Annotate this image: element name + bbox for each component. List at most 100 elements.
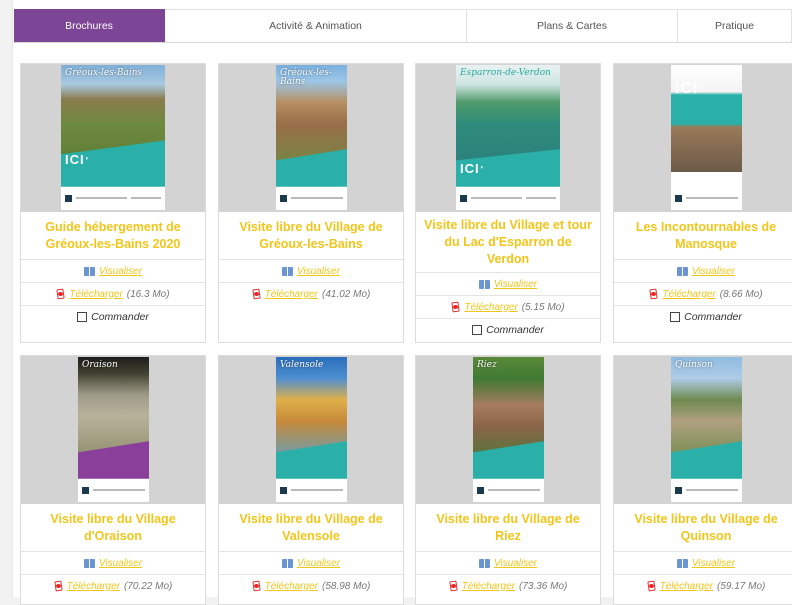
brochure-thumbnail[interactable]: Quinson <box>614 356 792 504</box>
view-link[interactable]: Visualiser <box>494 279 537 290</box>
order-checkbox[interactable] <box>670 312 681 322</box>
view-row: Visualiser <box>416 273 600 296</box>
view-row: Visualiser <box>21 260 205 283</box>
cover-title: Valensole <box>280 360 324 370</box>
download-row: Télécharger (8.66 Mo) <box>614 283 792 306</box>
tab-plans-cartes[interactable]: Plans & Cartes <box>467 9 678 42</box>
brochure-thumbnail[interactable]: ICI <box>614 64 792 212</box>
brochure-card: Esparron-de-Verdon ICI Visite libre du V… <box>415 63 601 343</box>
brochure-card: Valensole Visite libre du Village de Val… <box>218 355 404 605</box>
pdf-icon <box>54 581 63 591</box>
pdf-icon <box>56 289 65 299</box>
view-link[interactable]: Visualiser <box>99 266 142 277</box>
view-link[interactable]: Visualiser <box>692 266 735 277</box>
ici-logo: ICI <box>675 80 703 98</box>
brochure-cover-image: Gréoux-les-Bains ICI <box>61 65 165 210</box>
file-size: (41.02 Mo) <box>322 288 371 300</box>
download-link[interactable]: Télécharger <box>660 581 713 592</box>
view-row: Visualiser <box>614 260 792 283</box>
ici-logo: ICI <box>460 161 484 176</box>
download-row: Télécharger (5.15 Mo) <box>416 296 600 319</box>
download-link[interactable]: Télécharger <box>662 289 715 300</box>
book-icon <box>281 266 293 276</box>
file-size: (73.36 Mo) <box>519 580 568 592</box>
brochure-thumbnail[interactable]: Valensole <box>219 356 403 504</box>
order-checkbox[interactable] <box>77 312 88 322</box>
view-link[interactable]: Visualiser <box>297 266 340 277</box>
pdf-icon <box>649 289 658 299</box>
cover-title: Quinson <box>675 360 713 370</box>
file-size: (5.15 Mo) <box>521 301 565 313</box>
order-label: Commander <box>486 324 544 336</box>
view-link[interactable]: Visualiser <box>494 558 537 569</box>
pdf-icon <box>449 581 458 591</box>
brochure-thumbnail[interactable]: Gréoux-les-Bains ICI <box>21 64 205 212</box>
pdf-icon <box>451 302 460 312</box>
view-link[interactable]: Visualiser <box>99 558 142 569</box>
view-row: Visualiser <box>416 552 600 575</box>
brochure-title: Les Incontournables de Manosque <box>614 212 792 260</box>
view-row: Visualiser <box>614 552 792 575</box>
book-icon <box>478 279 490 289</box>
download-link[interactable]: Télécharger <box>265 289 318 300</box>
view-link[interactable]: Visualiser <box>692 558 735 569</box>
brochure-cover-image: Valensole <box>276 357 347 502</box>
tab-pratique[interactable]: Pratique <box>678 9 792 42</box>
brochure-thumbnail[interactable]: Esparron-de-Verdon ICI <box>416 64 600 212</box>
brochure-cover-image: Gréoux-les-Bains <box>276 65 347 210</box>
tab-activite-animation[interactable]: Activité & Animation <box>165 9 467 42</box>
download-link[interactable]: Télécharger <box>462 581 515 592</box>
download-row: Télécharger (16.3 Mo) <box>21 283 205 306</box>
file-size: (58.98 Mo) <box>322 580 371 592</box>
view-row: Visualiser <box>219 260 403 283</box>
download-link[interactable]: Télécharger <box>464 302 517 313</box>
pdf-icon <box>252 581 261 591</box>
brochure-card: Oraison Visite libre du Village d'Oraiso… <box>20 355 206 605</box>
ici-logo: ICI <box>65 152 89 167</box>
brochure-title: Guide hébergement de Gréoux-les-Bains 20… <box>21 212 205 260</box>
book-icon <box>83 558 95 568</box>
pdf-icon <box>647 581 656 591</box>
download-link[interactable]: Télécharger <box>69 289 122 300</box>
order-label: Commander <box>684 311 742 323</box>
brochure-title: Visite libre du Village de Riez <box>416 504 600 552</box>
file-size: (16.3 Mo) <box>126 288 170 300</box>
download-link[interactable]: Télécharger <box>67 581 120 592</box>
order-label: Commander <box>91 311 149 323</box>
view-row: Visualiser <box>21 552 205 575</box>
download-row: Télécharger (70.22 Mo) <box>21 575 205 597</box>
brochure-cover-image: Esparron-de-Verdon ICI <box>456 65 560 210</box>
book-icon <box>478 558 490 568</box>
download-row: Télécharger (58.98 Mo) <box>219 575 403 597</box>
view-link[interactable]: Visualiser <box>297 558 340 569</box>
brochure-thumbnail[interactable]: Oraison <box>21 356 205 504</box>
book-icon <box>676 266 688 276</box>
brochure-card: ICI Les Incontournables de Manosque Visu… <box>613 63 792 343</box>
brochure-cover-image: Riez <box>473 357 544 502</box>
cover-title: Oraison <box>82 360 118 370</box>
cover-title: Gréoux-les-Bains <box>280 68 332 87</box>
order-row: Commander <box>21 306 205 328</box>
brochure-title: Visite libre du Village de Quinson <box>614 504 792 552</box>
brochure-title: Visite libre du Village de Gréoux-les-Ba… <box>219 212 403 260</box>
book-icon <box>83 266 95 276</box>
download-row: Télécharger (41.02 Mo) <box>219 283 403 305</box>
brochure-thumbnail[interactable]: Gréoux-les-Bains <box>219 64 403 212</box>
pdf-icon <box>252 289 261 299</box>
tab-brochures[interactable]: Brochures <box>14 9 165 42</box>
book-icon <box>676 558 688 568</box>
brochure-title: Visite libre du Village et tour du Lac d… <box>416 212 600 273</box>
brochure-cover-image: ICI <box>671 65 742 210</box>
file-size: (59.17 Mo) <box>717 580 766 592</box>
brochure-thumbnail[interactable]: Riez <box>416 356 600 504</box>
download-link[interactable]: Télécharger <box>265 581 318 592</box>
file-size: (8.66 Mo) <box>719 288 763 300</box>
brochure-cover-image: Oraison <box>78 357 149 502</box>
brochure-card: Riez Visite libre du Village de Riez Vis… <box>415 355 601 605</box>
brochure-title: Visite libre du Village de Valensole <box>219 504 403 552</box>
brochure-card: Gréoux-les-Bains ICI Guide hébergement d… <box>20 63 206 343</box>
file-size: (70.22 Mo) <box>124 580 173 592</box>
brochure-cover-image: Quinson <box>671 357 742 502</box>
brochure-card: Quinson Visite libre du Village de Quins… <box>613 355 792 605</box>
order-checkbox[interactable] <box>472 325 483 335</box>
